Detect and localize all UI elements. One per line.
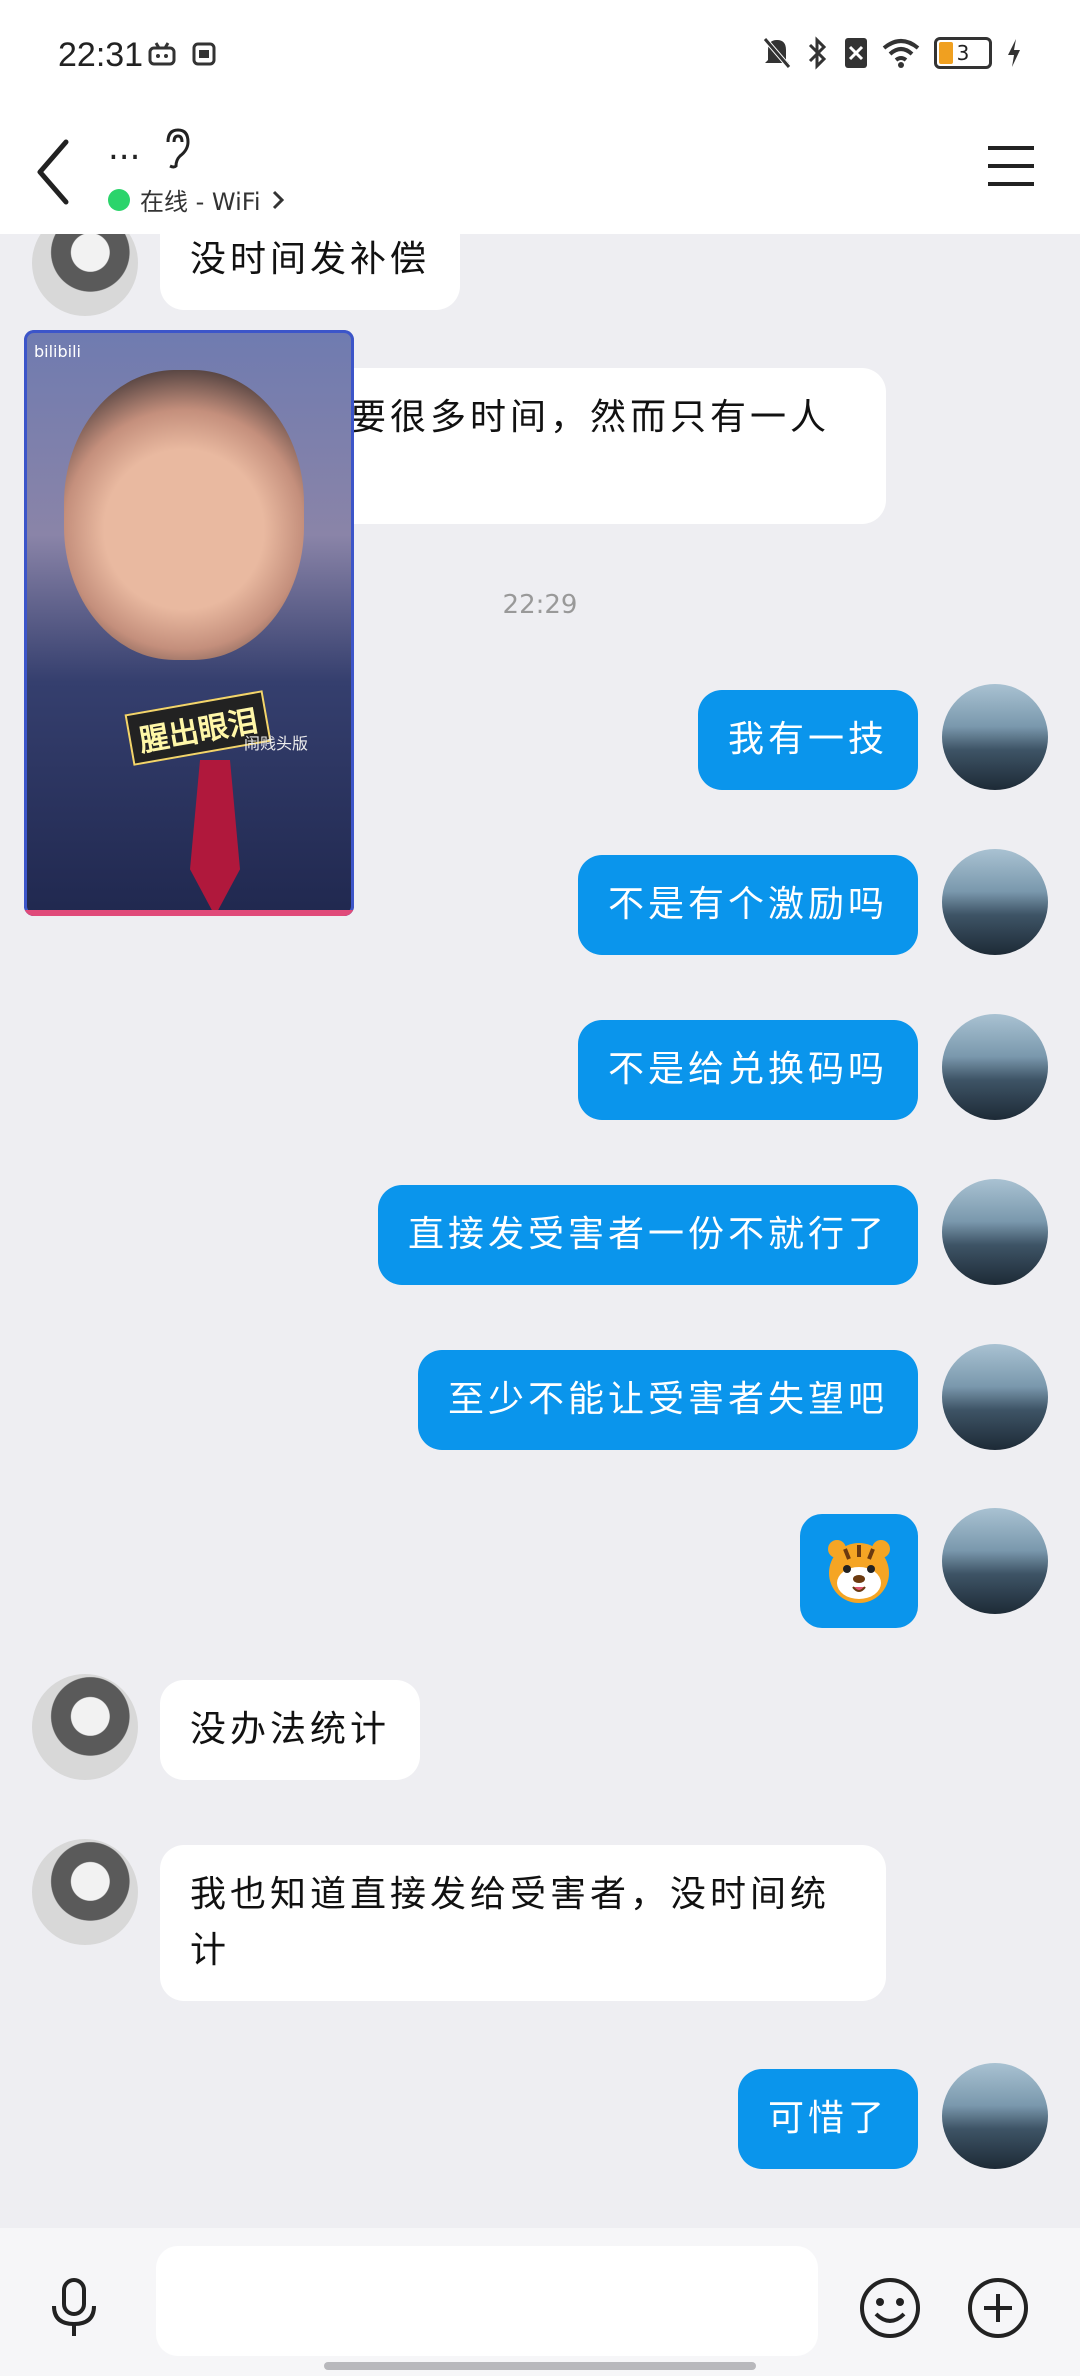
video-tie: [190, 760, 240, 916]
video-caption: 腥出眼泪: [124, 690, 272, 766]
online-status-text: 在线 - WiFi: [140, 188, 261, 216]
status-time: 22:31: [58, 36, 144, 74]
avatar[interactable]: [942, 1179, 1048, 1285]
charging-icon: [1008, 39, 1020, 67]
home-indicator[interactable]: [324, 2362, 756, 2370]
video-thumbnail[interactable]: bilibili 腥出眼泪 闹贱头版: [24, 330, 354, 916]
mute-icon: [763, 37, 791, 69]
no-sim-icon: [845, 38, 867, 68]
video-logo: bilibili: [34, 342, 81, 361]
microphone-icon[interactable]: [46, 2276, 102, 2340]
plus-icon[interactable]: [966, 2276, 1030, 2340]
avatar[interactable]: [942, 684, 1048, 790]
chat-title[interactable]: ...: [108, 128, 140, 168]
app-notification-icon: [192, 42, 216, 66]
avatar[interactable]: [942, 2063, 1048, 2169]
chevron-right-icon: [272, 190, 284, 209]
online-status[interactable]: 在线 - WiFi: [108, 182, 285, 217]
video-watermark: 闹贱头版: [244, 734, 309, 753]
bilibili-icon: [148, 42, 176, 66]
battery-icon: 3: [934, 37, 992, 69]
avatar[interactable]: [32, 234, 138, 316]
message-bubble[interactable]: 至少不能让受害者失望吧: [417, 1350, 918, 1450]
ear-icon: [166, 128, 190, 169]
tiger-sticker-icon: [828, 1540, 890, 1603]
message-bubble[interactable]: 没办法统计: [160, 1680, 421, 1780]
status-left-icons: [148, 42, 216, 66]
back-arrow-icon[interactable]: [34, 132, 74, 212]
avatar[interactable]: [32, 1674, 138, 1780]
video-progress: [24, 910, 354, 916]
input-bar: [0, 2228, 1080, 2376]
wifi-icon: [882, 39, 920, 68]
avatar[interactable]: [942, 1508, 1048, 1614]
message-bubble[interactable]: 我有一技: [697, 690, 918, 790]
online-dot: [108, 188, 130, 211]
avatar[interactable]: [942, 1344, 1048, 1450]
message-bubble[interactable]: 可惜了: [737, 2069, 918, 2169]
message-bubble[interactable]: 不是给兑换码吗: [577, 1020, 918, 1120]
emoji-icon[interactable]: [858, 2276, 922, 2340]
avatar[interactable]: [942, 1014, 1048, 1120]
avatar[interactable]: [32, 1839, 138, 1945]
message-bubble[interactable]: 直接发受害者一份不就行了: [377, 1185, 918, 1285]
bluetooth-icon: [808, 36, 827, 70]
message-bubble[interactable]: 不是有个激励吗: [577, 855, 918, 955]
message-list[interactable]: 没时间发补偿 补发都需要很多时间，然而只有一人开发 bilibili 腥出眼泪 …: [0, 234, 1080, 2228]
message-input[interactable]: [156, 2246, 818, 2356]
timestamp: 22:29: [502, 590, 578, 620]
message-bubble[interactable]: 我也知道直接发给受害者，没时间统计: [160, 1845, 886, 2001]
status-bar: 22:31 3: [0, 0, 1080, 110]
chat-header: ... 在线 - WiFi: [0, 110, 1080, 234]
sticker-message[interactable]: [800, 1514, 918, 1628]
status-right-icons: 3: [762, 36, 1022, 70]
menu-icon[interactable]: [986, 144, 1036, 188]
avatar[interactable]: [942, 849, 1048, 955]
message-bubble[interactable]: 没时间发补偿: [160, 234, 461, 310]
